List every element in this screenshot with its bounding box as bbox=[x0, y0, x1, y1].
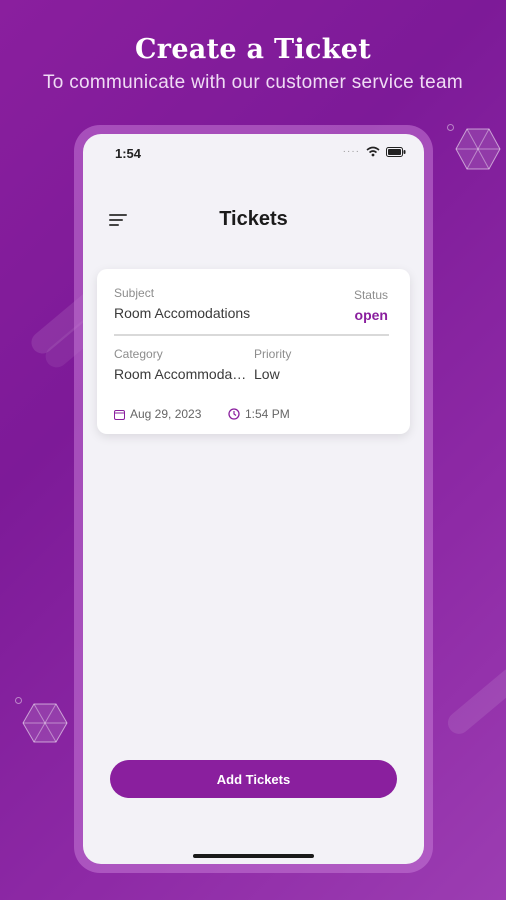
signal-dots-icon: ···· bbox=[342, 146, 360, 157]
status-icons: ···· bbox=[343, 146, 406, 157]
home-indicator bbox=[193, 854, 314, 858]
app-screen: 1:54 ···· Tickets Subject Room Accomodat… bbox=[83, 134, 424, 864]
ticket-time: 1:54 PM bbox=[228, 407, 290, 421]
promo-headline: Create a Ticket bbox=[135, 34, 371, 65]
hexagon-decoration-icon bbox=[22, 703, 68, 743]
background-streak bbox=[443, 663, 506, 739]
priority-label: Priority bbox=[254, 347, 292, 361]
hexagon-decoration-icon bbox=[455, 128, 501, 170]
category-value: Room Accommodations bbox=[114, 366, 250, 382]
card-divider bbox=[114, 334, 389, 336]
subject-value: Room Accomodations bbox=[114, 305, 251, 321]
subject-label: Subject bbox=[114, 286, 155, 300]
ticket-date-text: Aug 29, 2023 bbox=[130, 407, 202, 421]
clock-icon bbox=[228, 408, 240, 420]
ticket-date: Aug 29, 2023 bbox=[114, 407, 201, 421]
status-time: 1:54 bbox=[115, 146, 142, 161]
page-title: Tickets bbox=[219, 208, 288, 230]
wifi-icon bbox=[366, 146, 380, 157]
background-dot bbox=[447, 124, 454, 131]
ticket-card[interactable]: Subject Room Accomodations Status open C… bbox=[97, 269, 410, 434]
calendar-icon bbox=[114, 409, 125, 420]
promo-subline: To communicate with our customer service… bbox=[42, 72, 464, 93]
status-label: Status bbox=[353, 288, 388, 302]
ticket-time-text: 1:54 PM bbox=[245, 407, 290, 421]
background-dot bbox=[15, 697, 22, 704]
status-badge: open bbox=[354, 307, 388, 323]
add-tickets-button[interactable]: Add Tickets bbox=[110, 760, 397, 798]
priority-value: Low bbox=[254, 366, 280, 382]
category-label: Category bbox=[114, 347, 163, 361]
battery-icon bbox=[386, 146, 406, 157]
